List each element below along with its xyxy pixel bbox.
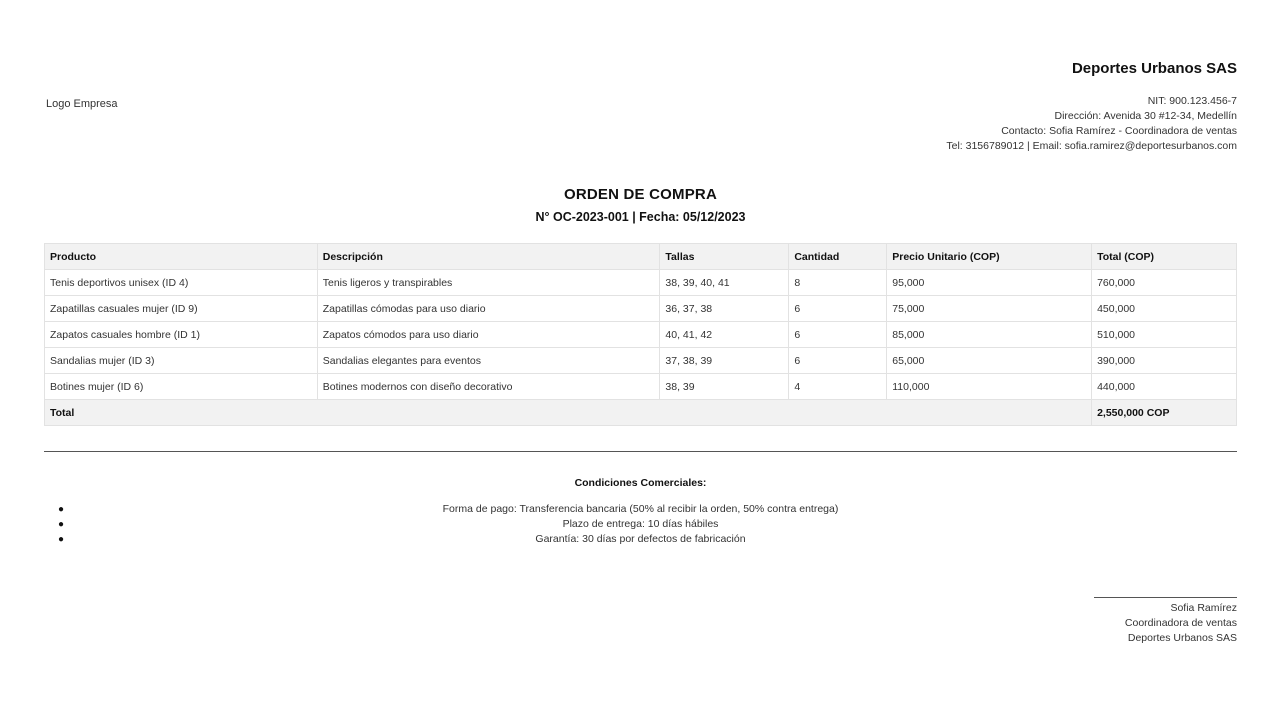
column-header-producto: Producto xyxy=(44,243,318,270)
company-name: Deportes Urbanos SAS xyxy=(1071,60,1237,77)
total-label: Total xyxy=(43,399,1093,426)
signature-line xyxy=(1094,597,1237,598)
cell-precio-unitario: 85,000 xyxy=(886,321,1093,348)
signature-role: Coordinadora de ventas xyxy=(1124,617,1237,629)
cell-total: 390,000 xyxy=(1091,347,1237,374)
cell-producto: Sandalias mujer (ID 3) xyxy=(44,347,318,374)
cell-descripcion: Tenis ligeros y transpirables xyxy=(316,269,661,296)
purchase-order-page: Logo Empresa Deportes Urbanos SAS NIT: 9… xyxy=(43,0,1237,720)
cell-cantidad: 6 xyxy=(788,347,888,374)
cell-total: 440,000 xyxy=(1091,373,1237,400)
commercial-conditions: Condiciones Comerciales: ● Forma de pago… xyxy=(44,477,1237,547)
cell-precio-unitario: 65,000 xyxy=(886,347,1093,374)
condition-text: Garantía: 30 días por defectos de fabric… xyxy=(535,533,746,545)
cell-producto: Botines mujer (ID 6) xyxy=(44,373,318,400)
cell-tallas: 37, 38, 39 xyxy=(659,347,790,374)
cell-descripcion: Zapatos cómodos para uso diario xyxy=(316,321,661,348)
bullet-icon: ● xyxy=(58,504,65,515)
condition-text: Forma de pago: Transferencia bancaria (5… xyxy=(442,503,839,515)
table-row: Sandalias mujer (ID 3) Sandalias elegant… xyxy=(44,347,1237,374)
column-header-precio-unitario: Precio Unitario (COP) xyxy=(886,243,1093,270)
cell-precio-unitario: 95,000 xyxy=(886,269,1093,296)
cell-total: 510,000 xyxy=(1091,321,1237,348)
cell-cantidad: 8 xyxy=(788,269,888,296)
cell-tallas: 40, 41, 42 xyxy=(659,321,790,348)
table-row: Zapatillas casuales mujer (ID 9) Zapatil… xyxy=(44,295,1237,322)
signature-name: Sofia Ramírez xyxy=(1170,602,1237,614)
column-header-total: Total (COP) xyxy=(1091,243,1237,270)
condition-text: Plazo de entrega: 10 días hábiles xyxy=(562,518,719,530)
cell-total: 760,000 xyxy=(1091,269,1237,296)
table-row: Tenis deportivos unisex (ID 4) Tenis lig… xyxy=(44,269,1237,296)
cell-producto: Zapatos casuales hombre (ID 1) xyxy=(44,321,318,348)
document-number-date: N° OC-2023-001 | Fecha: 05/12/2023 xyxy=(535,210,746,224)
company-address: Dirección: Avenida 30 #12-34, Medellín xyxy=(1054,110,1237,122)
column-header-tallas: Tallas xyxy=(659,243,790,270)
table-header-row: Producto Descripción Tallas Cantidad Pre… xyxy=(44,243,1237,270)
conditions-list: ● Forma de pago: Transferencia bancaria … xyxy=(44,502,1237,547)
list-item: ● Forma de pago: Transferencia bancaria … xyxy=(44,502,1237,517)
company-contact: Contacto: Sofia Ramírez - Coordinadora d… xyxy=(1001,125,1237,137)
company-info: Deportes Urbanos SAS NIT: 900.123.456-7 … xyxy=(946,60,1237,154)
conditions-title: Condiciones Comerciales: xyxy=(574,477,707,489)
cell-tallas: 38, 39, 40, 41 xyxy=(659,269,790,296)
table-total-row: Total 2,550,000 COP xyxy=(43,399,1237,426)
cell-tallas: 38, 39 xyxy=(659,373,790,400)
total-value: 2,550,000 COP xyxy=(1091,399,1237,426)
table-row: Zapatos casuales hombre (ID 1) Zapatos c… xyxy=(44,321,1237,348)
cell-cantidad: 6 xyxy=(788,321,888,348)
cell-cantidad: 4 xyxy=(788,373,888,400)
table-row: Botines mujer (ID 6) Botines modernos co… xyxy=(44,373,1237,400)
document-title: ORDEN DE COMPRA xyxy=(563,186,717,203)
cell-precio-unitario: 110,000 xyxy=(886,373,1093,400)
document-title-block: ORDEN DE COMPRA N° OC-2023-001 | Fecha: … xyxy=(44,186,1237,224)
cell-descripcion: Botines modernos con diseño decorativo xyxy=(316,373,661,400)
bullet-icon: ● xyxy=(58,534,65,545)
company-logo: Logo Empresa xyxy=(44,98,118,110)
cell-descripcion: Zapatillas cómodas para uso diario xyxy=(316,295,661,322)
bullet-icon: ● xyxy=(58,519,65,530)
company-phone-email: Tel: 3156789012 | Email: sofia.ramirez@d… xyxy=(946,140,1237,152)
document-header: Logo Empresa Deportes Urbanos SAS NIT: 9… xyxy=(44,0,1237,170)
column-header-descripcion: Descripción xyxy=(316,243,661,270)
signature-block: Sofia Ramírez Coordinadora de ventas Dep… xyxy=(1094,597,1237,646)
logo-alt-text: Logo Empresa xyxy=(46,98,118,110)
cell-tallas: 36, 37, 38 xyxy=(659,295,790,322)
list-item: ● Garantía: 30 días por defectos de fabr… xyxy=(44,532,1237,547)
cell-cantidad: 6 xyxy=(788,295,888,322)
signature-company: Deportes Urbanos SAS xyxy=(1127,632,1237,644)
cell-descripcion: Sandalias elegantes para eventos xyxy=(316,347,661,374)
cell-producto: Zapatillas casuales mujer (ID 9) xyxy=(44,295,318,322)
cell-producto: Tenis deportivos unisex (ID 4) xyxy=(44,269,318,296)
column-header-cantidad: Cantidad xyxy=(788,243,888,270)
order-items-table: Producto Descripción Tallas Cantidad Pre… xyxy=(43,243,1237,426)
list-item: ● Plazo de entrega: 10 días hábiles xyxy=(44,517,1237,532)
company-nit: NIT: 900.123.456-7 xyxy=(1147,95,1237,107)
section-divider xyxy=(44,451,1237,452)
cell-total: 450,000 xyxy=(1091,295,1237,322)
cell-precio-unitario: 75,000 xyxy=(886,295,1093,322)
